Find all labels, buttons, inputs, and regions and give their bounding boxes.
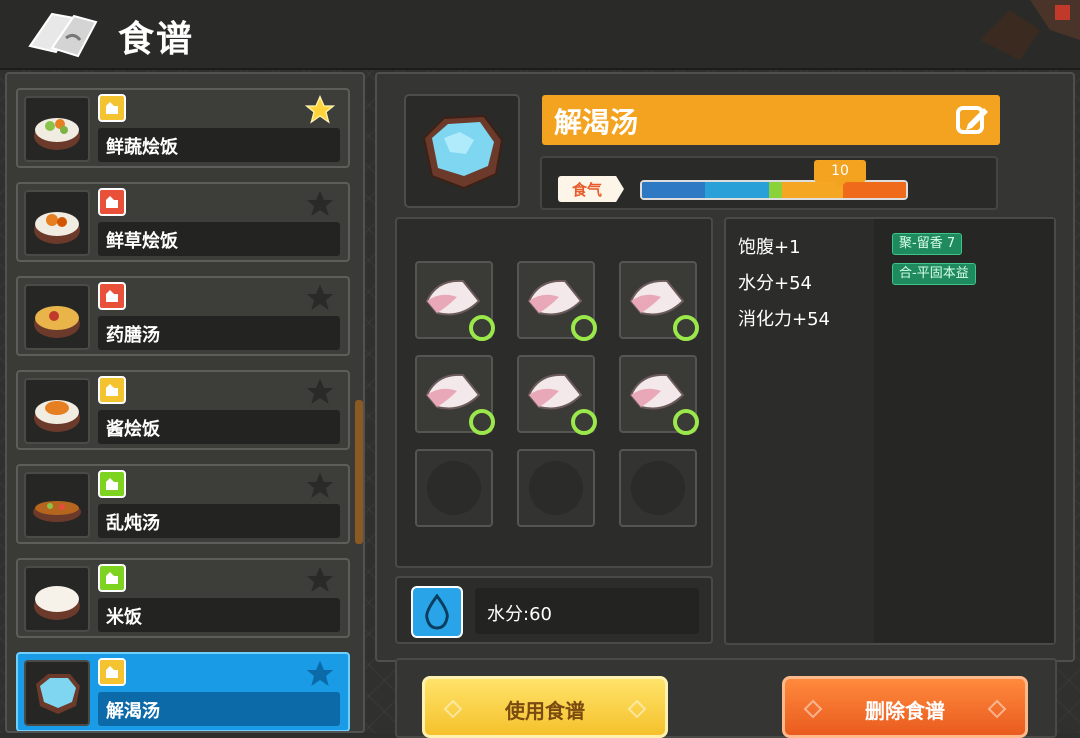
- recipe-thumbnail: [24, 190, 90, 256]
- qi-meter-panel: 食气 10: [540, 156, 998, 210]
- ingredient-slot-empty[interactable]: [517, 449, 595, 527]
- page-title: 食谱: [118, 19, 195, 60]
- rank-badge-icon: [98, 564, 126, 592]
- favorite-star-icon[interactable]: [304, 188, 336, 220]
- water-value: 水分:60: [487, 604, 552, 625]
- ingredient-slot-empty[interactable]: [415, 449, 493, 527]
- recipe-list-item[interactable]: 乱炖汤: [16, 464, 350, 544]
- recipe-name: 鲜草烩饭: [106, 231, 178, 252]
- recipe-name: 药膳汤: [106, 325, 160, 346]
- ingredient-slot[interactable]: [619, 355, 699, 435]
- recipe-title-bar: 解渴汤: [542, 95, 1000, 145]
- ingredient-slot[interactable]: [415, 355, 495, 435]
- recipe-name: 鲜蔬烩饭: [106, 137, 178, 158]
- recipe-list-item[interactable]: 米饭: [16, 558, 350, 638]
- ingredient-slot[interactable]: [415, 261, 495, 341]
- rank-badge-icon: [98, 470, 126, 498]
- buff-tag: 聚-留香 7: [892, 233, 963, 255]
- ingredient-slot[interactable]: [517, 355, 597, 435]
- recipe-list-item[interactable]: 鲜蔬烩饭: [16, 88, 350, 168]
- favorite-star-icon[interactable]: [304, 470, 336, 502]
- decoration-emblem-icon: [980, 0, 1080, 60]
- rank-badge-icon: [98, 282, 126, 310]
- recipe-name: 米饭: [106, 607, 142, 628]
- effect-line: 水分+54: [738, 273, 812, 294]
- effect-line: 饱腹+1: [738, 237, 801, 258]
- favorite-star-icon[interactable]: [304, 564, 336, 596]
- recipe-thumbnail: [24, 472, 90, 538]
- buff-tag: 合-平固本益: [892, 263, 976, 285]
- rank-badge-icon: [98, 658, 126, 686]
- rank-badge-icon: [98, 376, 126, 404]
- recipe-thumbnail: [24, 378, 90, 444]
- favorite-star-icon[interactable]: [304, 376, 336, 408]
- favorite-star-icon[interactable]: [304, 658, 336, 690]
- check-ring-icon: [469, 409, 495, 435]
- water-info-panel: 水分:60: [395, 576, 713, 644]
- qi-marker-pointer: [834, 182, 846, 188]
- recipe-thumbnail: [24, 284, 90, 350]
- ingredient-slot[interactable]: [619, 261, 699, 341]
- recipe-name: 酱烩饭: [106, 419, 160, 440]
- rank-badge-icon: [98, 188, 126, 216]
- recipe-thumbnail: [24, 96, 90, 162]
- water-drop-icon: [411, 586, 463, 638]
- qi-meter-bar: [640, 180, 908, 200]
- qi-label: 食气: [558, 176, 624, 202]
- recipe-list-item[interactable]: 药膳汤: [16, 276, 350, 356]
- ingredient-slot[interactable]: [517, 261, 597, 341]
- check-ring-icon: [469, 315, 495, 341]
- recipe-large-thumbnail: [404, 94, 520, 208]
- check-ring-icon: [673, 315, 699, 341]
- button-ornament-icon: [987, 699, 1007, 719]
- ingredient-grid: [395, 217, 713, 568]
- recipe-list-item[interactable]: 酱烩饭: [16, 370, 350, 450]
- delete-recipe-button[interactable]: 删除食谱: [782, 676, 1028, 738]
- recipe-book-icon: [28, 12, 98, 58]
- edit-icon[interactable]: [954, 102, 990, 138]
- use-recipe-button[interactable]: 使用食谱: [422, 676, 668, 738]
- favorite-star-icon[interactable]: [304, 282, 336, 314]
- list-scrollbar[interactable]: [355, 400, 363, 544]
- favorite-star-icon[interactable]: [304, 94, 336, 126]
- recipe-title: 解渴汤: [554, 106, 639, 139]
- recipe-list-item[interactable]: 鲜草烩饭: [16, 182, 350, 262]
- qi-value-marker: 10: [814, 160, 866, 182]
- header-bar: 食谱: [0, 0, 1080, 70]
- recipe-name: 乱炖汤: [106, 513, 160, 534]
- recipe-list-item-selected[interactable]: 解渴汤: [16, 652, 350, 731]
- recipe-list[interactable]: 鲜蔬烩饭 鲜草烩饭 药膳汤 酱烩饭 乱炖汤 米饭 解渴汤: [5, 72, 365, 733]
- button-ornament-icon: [627, 699, 647, 719]
- recipe-thumbnail: [24, 566, 90, 632]
- recipe-name: 解渴汤: [106, 701, 160, 722]
- check-ring-icon: [571, 315, 597, 341]
- effect-line: 消化力+54: [738, 309, 830, 330]
- rank-badge-icon: [98, 94, 126, 122]
- ingredient-slot-empty[interactable]: [619, 449, 697, 527]
- check-ring-icon: [673, 409, 699, 435]
- effects-panel: 饱腹+1 水分+54 消化力+54 聚-留香 7 合-平固本益: [724, 217, 1056, 645]
- recipe-thumbnail: [24, 660, 90, 726]
- check-ring-icon: [571, 409, 597, 435]
